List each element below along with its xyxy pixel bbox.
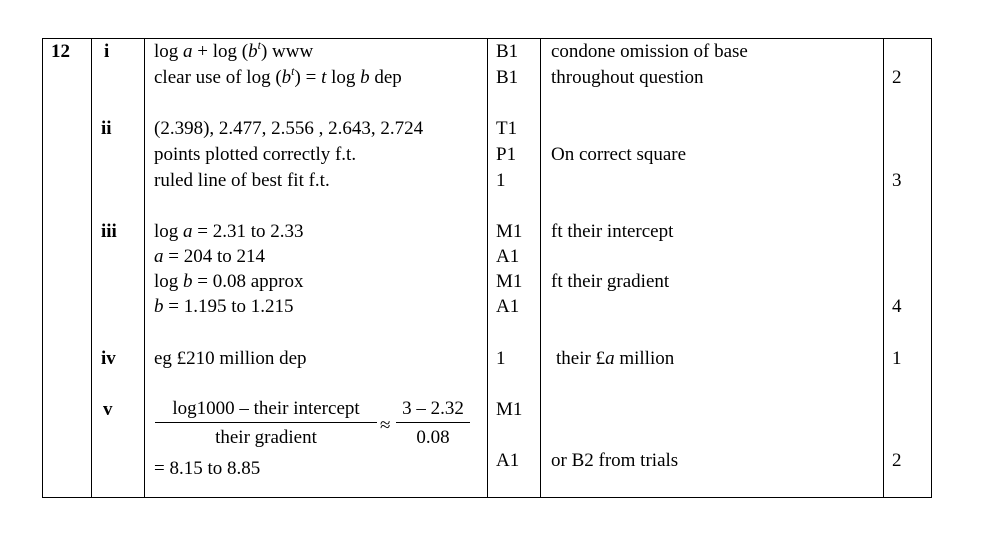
- part-label-ii: ii: [101, 118, 112, 139]
- part-total-marks: 3: [892, 170, 902, 191]
- part-label-iii: iii: [101, 221, 117, 242]
- part-ii-line-2: points plotted correctly f.t.: [154, 144, 357, 165]
- mark-code: M1: [496, 221, 523, 242]
- part-iv-line-1: eg £210 million dep: [154, 348, 307, 369]
- part-label-v: v: [103, 399, 113, 420]
- fraction-bar: [155, 422, 377, 423]
- part-iii-line-1: log a = 2.31 to 2.33: [154, 221, 304, 242]
- guidance-note: their £a million: [556, 348, 675, 369]
- mark-code: M1: [496, 399, 523, 420]
- column-divider: [540, 38, 541, 498]
- mark-code: M1: [496, 271, 523, 292]
- fraction-numerator: log1000 – their intercept: [172, 398, 360, 419]
- part-iii-line-4: b = 1.195 to 1.215: [154, 296, 294, 317]
- mark-code: B1: [496, 67, 519, 88]
- mark-code: A1: [496, 296, 520, 317]
- part-total-marks: 2: [892, 450, 902, 471]
- mark-code: A1: [496, 246, 520, 267]
- mark-code: A1: [496, 450, 520, 471]
- guidance-note: On correct square: [551, 144, 687, 165]
- fraction-bar: [396, 422, 470, 423]
- part-iii-line-3: log b = 0.08 approx: [154, 271, 304, 292]
- mark-code: 1: [496, 348, 506, 369]
- part-ii-line-3: ruled line of best fit f.t.: [154, 170, 330, 191]
- part-iii-line-2: a = 204 to 214: [154, 246, 265, 267]
- part-ii-line-1: (2.398), 2.477, 2.556 , 2.643, 2.724: [154, 118, 424, 139]
- part-i-line-1: log a + log (bt) www: [154, 38, 314, 62]
- fraction-method: log1000 – their intercept their gradient: [155, 398, 377, 449]
- mark-code: 1: [496, 170, 506, 191]
- guidance-note: condone omission of base: [551, 41, 748, 62]
- guidance-note: ft their intercept: [551, 221, 674, 242]
- guidance-note: ft their gradient: [551, 271, 670, 292]
- fraction-numerator: 3 – 2.32: [402, 398, 464, 419]
- approx-sign: ≈: [380, 415, 391, 436]
- column-divider: [91, 38, 92, 498]
- fraction-denominator: 0.08: [416, 427, 450, 448]
- part-total-marks: 2: [892, 67, 902, 88]
- fraction-value: 3 – 2.32 0.08: [396, 398, 470, 449]
- part-total-marks: 4: [892, 296, 902, 317]
- guidance-note: or B2 from trials: [551, 450, 679, 471]
- column-divider: [487, 38, 488, 498]
- mark-code: P1: [496, 144, 517, 165]
- part-total-marks: 1: [892, 348, 902, 369]
- part-v-result: = 8.15 to 8.85: [154, 458, 261, 479]
- fraction-denominator: their gradient: [215, 427, 317, 448]
- mark-code: B1: [496, 41, 519, 62]
- part-label-iv: iv: [101, 348, 116, 369]
- column-divider: [883, 38, 884, 498]
- part-label-i: i: [104, 41, 110, 62]
- guidance-note: throughout question: [551, 67, 704, 88]
- question-number: 12: [51, 41, 70, 62]
- column-divider: [144, 38, 145, 498]
- part-i-line-2: clear use of log (bt) = t log b dep: [154, 64, 402, 88]
- mark-code: T1: [496, 118, 518, 139]
